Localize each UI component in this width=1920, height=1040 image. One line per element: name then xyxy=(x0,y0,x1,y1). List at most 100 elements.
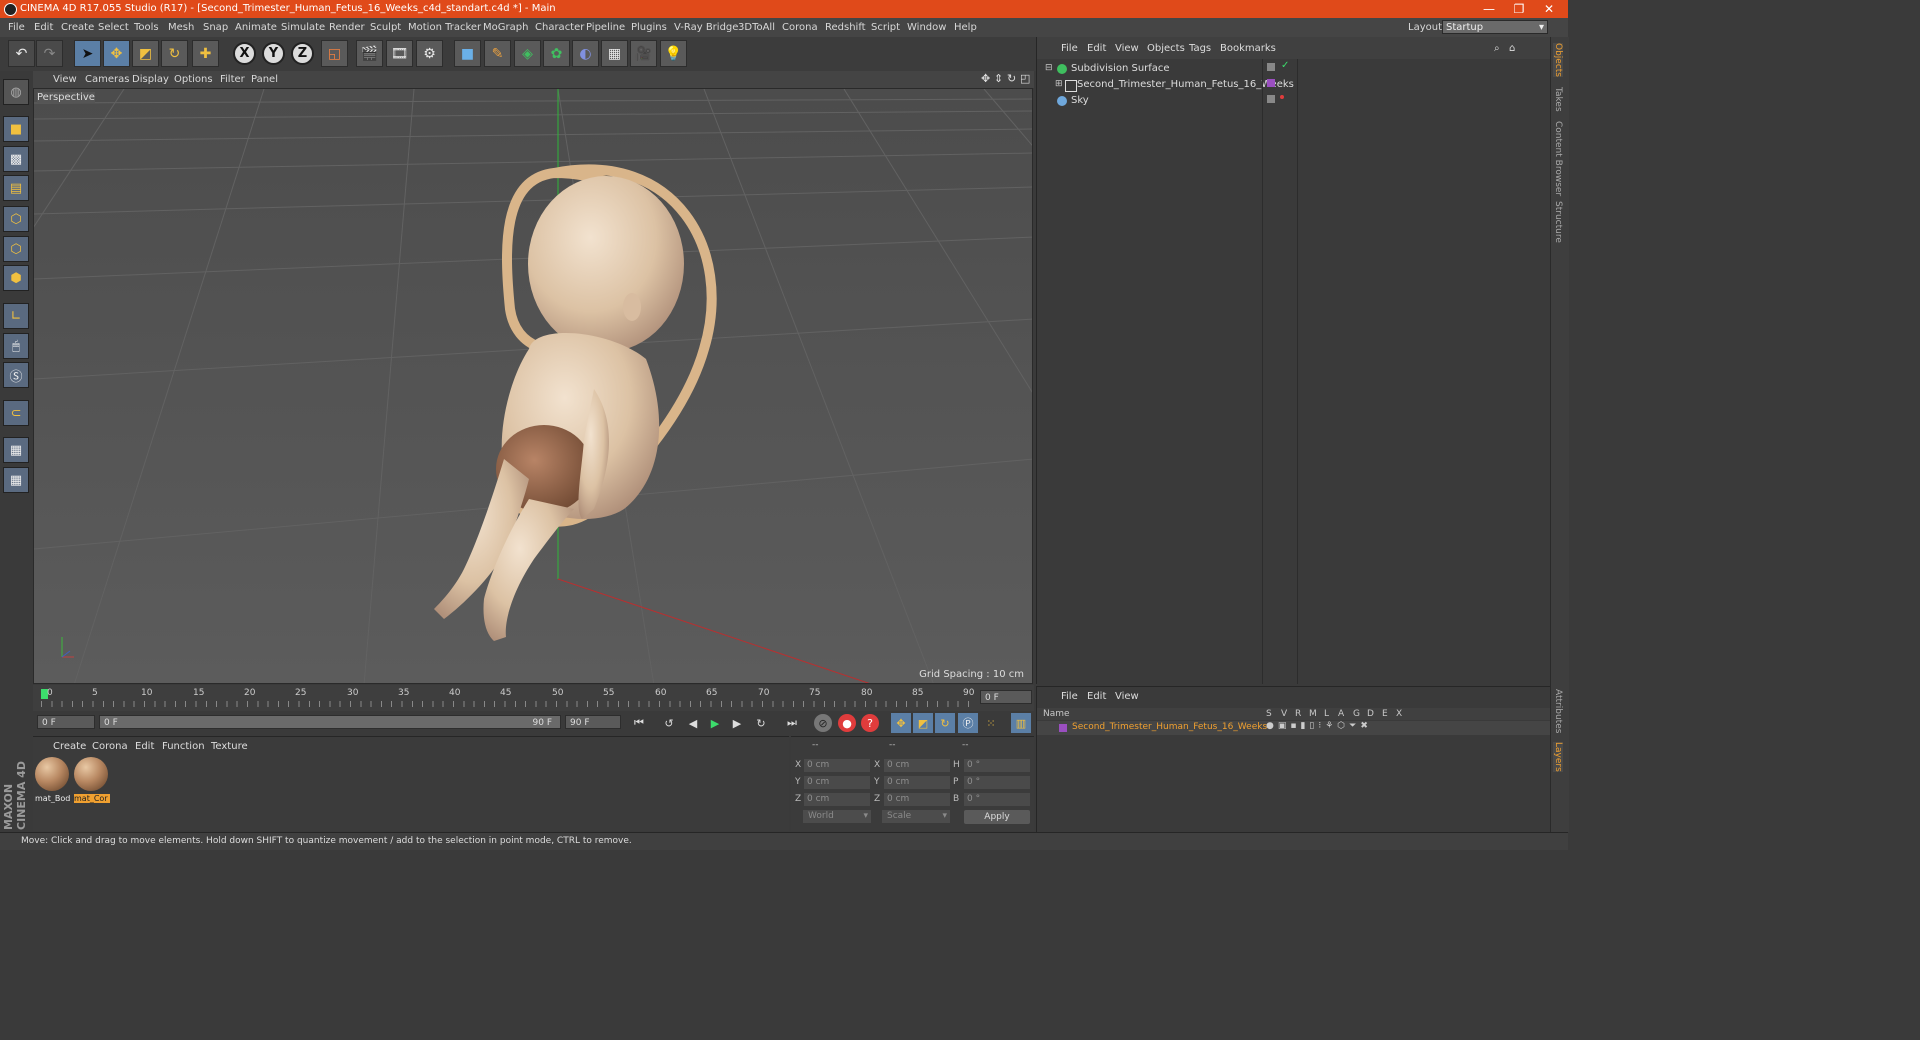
object-menu-bookmarks[interactable]: Bookmarks xyxy=(1220,43,1276,54)
material-menu-create[interactable]: Create xyxy=(53,741,86,752)
add-array-button[interactable]: ✿ xyxy=(543,40,570,67)
viewport-menu-view[interactable]: View xyxy=(53,74,77,85)
layer-color-swatch[interactable] xyxy=(1059,724,1067,732)
size-z-field[interactable]: 0 cm xyxy=(884,793,950,806)
size-y-field[interactable]: 0 cm xyxy=(884,776,950,789)
menu-3dtoall[interactable]: 3DToAll xyxy=(738,22,775,33)
layer-color-tag[interactable] xyxy=(1267,79,1275,87)
object-row[interactable]: ⊞ Second_Trimester_Human_Fetus_16_Weeks xyxy=(1041,77,1294,92)
go-to-start-button[interactable]: ⏮ xyxy=(629,713,649,733)
tab-structure[interactable]: Structure xyxy=(1553,201,1563,243)
layer-name[interactable]: Second_Trimester_Human_Fetus_16_Weeks xyxy=(1072,722,1267,732)
previous-frame-button[interactable]: ◀ xyxy=(683,713,703,733)
make-editable-button[interactable]: ◍ xyxy=(3,79,29,105)
menu-tools[interactable]: Tools xyxy=(134,22,159,33)
scale-tool-button[interactable]: ◩ xyxy=(132,40,159,67)
home-icon[interactable]: ⌂ xyxy=(1509,43,1515,54)
layer-col-header[interactable]: M xyxy=(1309,709,1317,719)
polygons-mode-button[interactable]: ⬢ xyxy=(3,265,29,291)
object-menu-view[interactable]: View xyxy=(1115,43,1139,54)
object-row[interactable]: Sky xyxy=(1041,93,1261,108)
object-menu-objects[interactable]: Objects xyxy=(1147,43,1185,54)
close-button[interactable]: ✕ xyxy=(1534,1,1564,17)
viewport-move-icon[interactable]: ✥ xyxy=(981,72,990,85)
layer-col-header[interactable]: X xyxy=(1396,709,1402,719)
visibility-toggle[interactable] xyxy=(1267,95,1275,103)
add-floor-button[interactable]: ▦ xyxy=(601,40,628,67)
search-icon[interactable]: ⌕ xyxy=(1494,43,1500,54)
object-row[interactable]: ⊟ Subdivision Surface xyxy=(1041,61,1261,76)
rotation-p-field[interactable]: 0 ° xyxy=(964,776,1030,789)
layer-col-header[interactable]: V xyxy=(1281,709,1287,719)
previous-key-button[interactable]: ↺ xyxy=(659,713,679,733)
points-mode-button[interactable]: ⬡ xyxy=(3,206,29,232)
record-button[interactable]: ● xyxy=(838,714,856,732)
add-deformer-button[interactable]: ◐ xyxy=(572,40,599,67)
menu-select[interactable]: Select xyxy=(98,22,129,33)
tab-takes[interactable]: Takes xyxy=(1553,87,1563,112)
menu-character[interactable]: Character xyxy=(535,22,584,33)
end-frame-field[interactable]: 90 F xyxy=(565,715,621,729)
menu-plugins[interactable]: Plugins xyxy=(631,22,667,33)
tweak-mode-button[interactable]: 🖱 xyxy=(3,333,29,359)
minimize-button[interactable]: — xyxy=(1474,1,1504,17)
start-frame-field[interactable]: 0 F xyxy=(37,715,95,729)
viewport-menu-panel[interactable]: Panel xyxy=(251,74,278,85)
layer-menu-view[interactable]: View xyxy=(1115,691,1139,702)
rotation-b-field[interactable]: 0 ° xyxy=(964,793,1030,806)
material-name[interactable]: mat_Cor xyxy=(74,794,110,803)
material-menu-texture[interactable]: Texture xyxy=(211,741,248,752)
restore-button[interactable]: ❐ xyxy=(1504,1,1534,17)
material-swatch[interactable] xyxy=(74,757,108,791)
layer-col-header[interactable]: A xyxy=(1338,709,1344,719)
viewport-menu-filter[interactable]: Filter xyxy=(220,74,245,85)
edges-mode-button[interactable]: ⬡ xyxy=(3,236,29,262)
collapse-icon[interactable]: ⊟ xyxy=(1045,63,1053,73)
viewport-menu-cameras[interactable]: Cameras xyxy=(85,74,129,85)
menu-file[interactable]: File xyxy=(8,22,25,33)
add-camera-button[interactable]: 🎥 xyxy=(630,40,657,67)
add-cube-button[interactable]: ■ xyxy=(454,40,481,67)
render-picture-viewer-button[interactable]: 🎞 xyxy=(386,40,413,67)
viewport-rotate-icon[interactable]: ↻ xyxy=(1007,72,1016,85)
menu-corona[interactable]: Corona xyxy=(782,22,818,33)
axis-mode-button[interactable]: ∟ xyxy=(3,303,29,329)
move-tool-button[interactable]: ✥ xyxy=(103,40,130,67)
menu-create[interactable]: Create xyxy=(61,22,94,33)
add-pen-spline-button[interactable]: ✎ xyxy=(484,40,511,67)
size-x-field[interactable]: 0 cm xyxy=(884,759,950,772)
menu-animate[interactable]: Animate xyxy=(235,22,277,33)
position-z-field[interactable]: 0 cm xyxy=(804,793,870,806)
menu-mesh[interactable]: Mesh xyxy=(168,22,194,33)
rotate-tool-button[interactable]: ↻ xyxy=(161,40,188,67)
add-light-button[interactable]: 💡 xyxy=(660,40,687,67)
size-mode-select[interactable]: Scale ▾ xyxy=(882,810,950,823)
material-menu-edit[interactable]: Edit xyxy=(135,741,154,752)
x-axis-toggle[interactable]: X xyxy=(233,42,256,65)
menu-motion-tracker[interactable]: Motion Tracker xyxy=(408,22,481,33)
object-menu-edit[interactable]: Edit xyxy=(1087,43,1106,54)
material-swatch[interactable] xyxy=(35,757,69,791)
keyframe-selection-button[interactable]: ⊘ xyxy=(814,714,832,732)
material-name[interactable]: mat_Bod xyxy=(35,794,71,803)
z-axis-toggle[interactable]: Z xyxy=(291,42,314,65)
timeline-button[interactable]: ▥ xyxy=(1011,713,1031,733)
object-menu-tags[interactable]: Tags xyxy=(1189,43,1211,54)
viewport-menu-options[interactable]: Options xyxy=(174,74,213,85)
layer-row[interactable]: Second_Trimester_Human_Fetus_16_Weeks ●▣… xyxy=(1037,721,1551,735)
live-selection-button[interactable]: ➤ xyxy=(74,40,101,67)
material-menu-corona[interactable]: Corona xyxy=(92,741,128,752)
workplane-align-button[interactable]: ▦ xyxy=(3,467,29,493)
current-frame-field[interactable]: 0 F xyxy=(980,690,1032,704)
menu-render[interactable]: Render xyxy=(329,22,365,33)
model-mode-button[interactable]: ■ xyxy=(3,116,29,142)
coordinate-space-select[interactable]: World ▾ xyxy=(803,810,871,823)
workplane-mode-button[interactable]: ▤ xyxy=(3,175,29,201)
layout-select[interactable]: Startup ▾ xyxy=(1442,20,1548,34)
tab-objects[interactable]: Objects xyxy=(1553,43,1563,78)
layer-col-header[interactable]: R xyxy=(1295,709,1301,719)
checkmark-icon[interactable]: ✓ xyxy=(1281,60,1289,71)
menu-edit[interactable]: Edit xyxy=(34,22,53,33)
menu-window[interactable]: Window xyxy=(907,22,946,33)
apply-button[interactable]: Apply xyxy=(964,810,1030,824)
